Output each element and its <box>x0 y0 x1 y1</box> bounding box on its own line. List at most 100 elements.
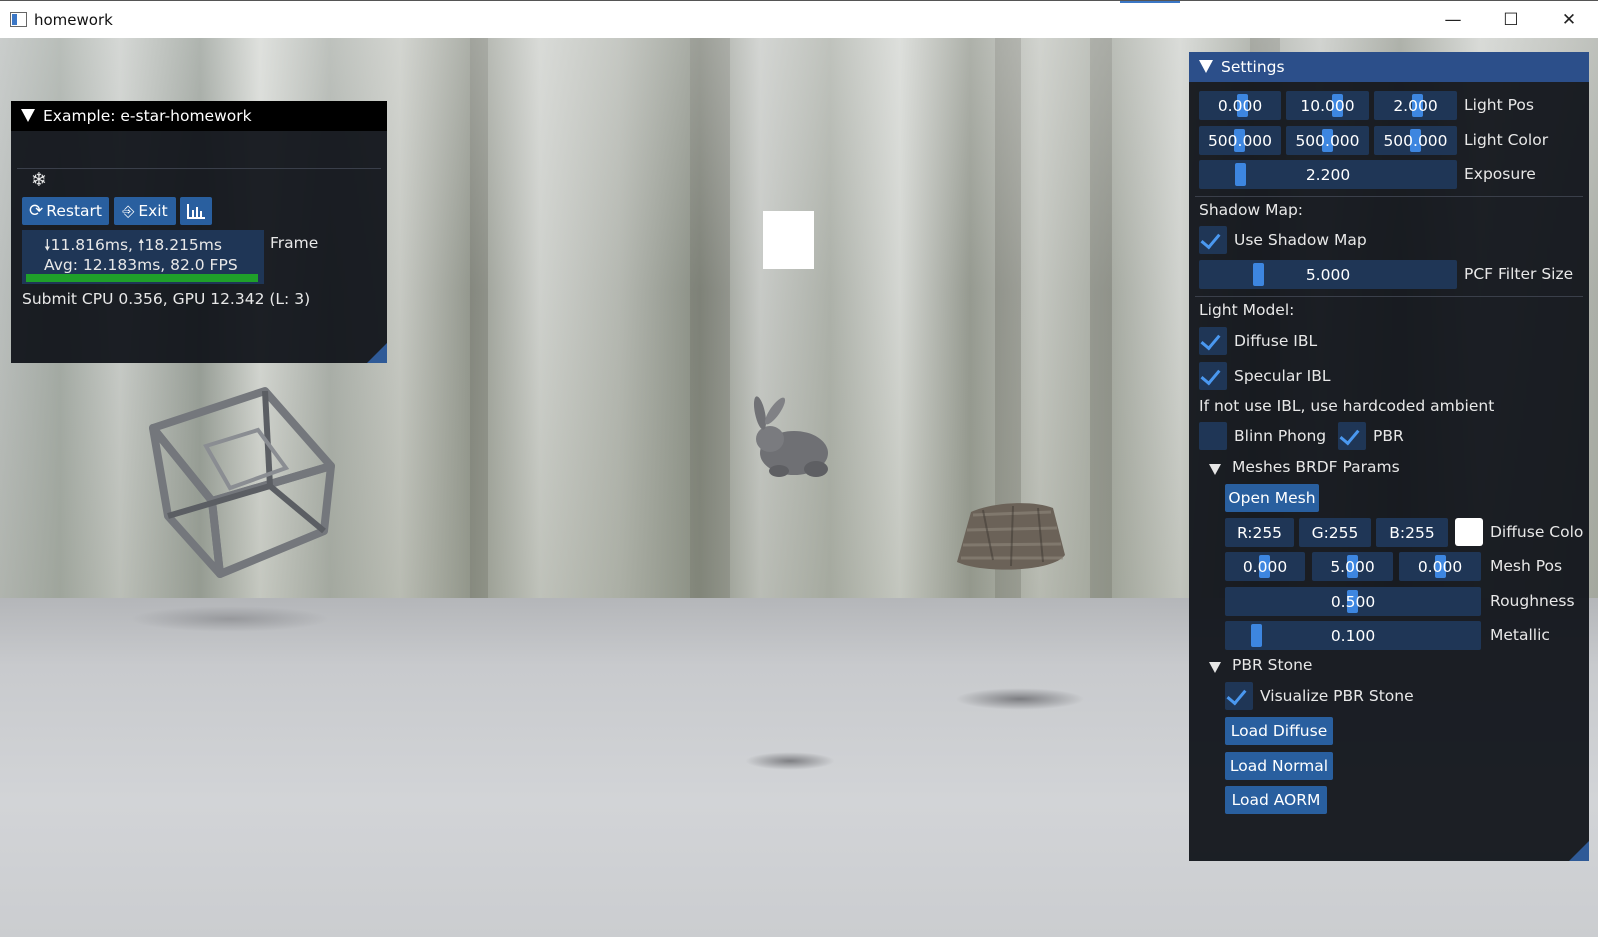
checkmark-icon <box>1200 228 1221 250</box>
specular-ibl-checkbox[interactable] <box>1199 362 1227 390</box>
pbr-stone-mesh <box>957 503 1065 570</box>
checkmark-icon <box>1226 684 1247 706</box>
roughness-label: Roughness <box>1490 592 1575 610</box>
light-color-g-value: 500.000 <box>1295 131 1360 150</box>
use-shadow-map-label: Use Shadow Map <box>1234 231 1367 249</box>
example-panel-title: Example: e-star-homework <box>43 107 252 125</box>
checkmark-icon <box>1200 329 1221 351</box>
light-color-g[interactable]: 500.000 <box>1286 126 1369 155</box>
resize-grip[interactable] <box>1569 841 1589 861</box>
load-aorm-button[interactable]: Load AORM <box>1225 786 1327 814</box>
stone-shadow <box>955 688 1085 710</box>
shadow-map-heading: Shadow Map: <box>1199 201 1304 219</box>
pbr-label: PBR <box>1373 427 1404 445</box>
close-button[interactable]: ✕ <box>1540 1 1598 39</box>
light-pos-label: Light Pos <box>1464 96 1534 114</box>
blinn-phong-label: Blinn Phong <box>1234 427 1327 445</box>
collapse-triangle-icon[interactable] <box>1199 60 1213 73</box>
app-icon <box>10 12 27 27</box>
diffuse-ibl-checkbox[interactable] <box>1199 327 1227 355</box>
frame-label: Frame <box>270 234 319 252</box>
light-model-heading: Light Model: <box>1199 301 1295 319</box>
tree-node-expanded-icon[interactable] <box>1209 464 1221 475</box>
light-pos-z[interactable]: 2.000 <box>1374 91 1457 120</box>
roughness-value: 0.500 <box>1330 592 1376 611</box>
cube-shadow <box>130 606 330 632</box>
separator <box>1195 196 1583 197</box>
metallic-slider[interactable]: 0.100 <box>1225 621 1481 650</box>
separator <box>1195 296 1583 297</box>
light-pos-x[interactable]: 0.000 <box>1199 91 1281 120</box>
bunny-shadow <box>745 752 835 770</box>
example-panel[interactable]: Example: e-star-homework ❄ ⟳ Restart ⎆ E… <box>11 101 387 363</box>
diffuse-ibl-label: Diffuse IBL <box>1234 332 1318 350</box>
specular-ibl-label: Specular IBL <box>1234 367 1331 385</box>
roughness-slider[interactable]: 0.500 <box>1225 587 1481 616</box>
checkmark-icon <box>1339 424 1360 446</box>
mesh-pos-z[interactable]: 0.000 <box>1399 552 1481 581</box>
diffuse-color-g[interactable]: G:255 <box>1299 518 1371 547</box>
visualize-pbr-stone-label: Visualize PBR Stone <box>1260 687 1414 705</box>
mesh-pos-y[interactable]: 5.000 <box>1312 552 1393 581</box>
light-color-r-value: 500.000 <box>1207 131 1273 150</box>
light-color-label: Light Color <box>1464 131 1549 149</box>
light-color-b[interactable]: 500.000 <box>1374 126 1457 155</box>
settings-panel[interactable]: Settings 0.000 10.000 2.000 Light Pos 50… <box>1189 52 1589 861</box>
visualize-pbr-stone-checkbox[interactable] <box>1225 682 1253 710</box>
restart-button[interactable]: ⟳ Restart <box>22 197 109 225</box>
mesh-pos-x-value: 0.000 <box>1242 557 1288 576</box>
metallic-label: Metallic <box>1490 626 1550 644</box>
separator <box>17 168 381 169</box>
meshes-brdf-title[interactable]: Meshes BRDF Params <box>1232 458 1400 476</box>
light-pos-y-value: 10.000 <box>1300 96 1355 115</box>
titlebar-accent <box>1120 1 1180 3</box>
window-title: homework <box>34 11 113 29</box>
frame-average: Avg: 12.183ms, 82.0 FPS <box>44 256 238 274</box>
tree-node-expanded-icon[interactable] <box>1209 662 1221 673</box>
exit-label: Exit <box>138 202 168 220</box>
diffuse-color-b[interactable]: B:255 <box>1376 518 1448 547</box>
exposure-label: Exposure <box>1464 165 1536 183</box>
pcf-filter-size-slider[interactable]: 5.000 <box>1199 260 1457 289</box>
frame-time-widget[interactable]: 🠗11.816ms, 🠕18.215ms Avg: 12.183ms, 82.0… <box>22 230 264 284</box>
collapse-triangle-icon[interactable] <box>21 109 35 122</box>
exposure-slider[interactable]: 2.200 <box>1199 160 1457 189</box>
open-mesh-button[interactable]: Open Mesh <box>1225 484 1319 512</box>
minimize-button[interactable]: — <box>1424 1 1482 39</box>
light-source-cube <box>763 211 814 269</box>
diffuse-color-label: Diffuse Colo <box>1490 523 1584 541</box>
example-panel-header[interactable]: Example: e-star-homework <box>11 101 387 131</box>
exit-door-icon: ⎆ <box>122 202 135 220</box>
blinn-phong-checkbox[interactable] <box>1199 422 1227 450</box>
light-color-r[interactable]: 500.000 <box>1199 126 1281 155</box>
diffuse-color-swatch[interactable] <box>1455 518 1483 546</box>
pbr-checkbox[interactable] <box>1338 422 1366 450</box>
pcf-filter-size-label: PCF Filter Size <box>1464 265 1574 283</box>
exit-button[interactable]: ⎆ Exit <box>114 197 176 225</box>
settings-panel-header[interactable]: Settings <box>1189 52 1589 82</box>
light-pos-y[interactable]: 10.000 <box>1286 91 1369 120</box>
fps-bar <box>26 274 258 282</box>
resize-grip[interactable] <box>367 343 387 363</box>
light-pos-z-value: 2.000 <box>1393 96 1438 115</box>
load-diffuse-button[interactable]: Load Diffuse <box>1225 717 1333 745</box>
restart-label: Restart <box>46 202 102 220</box>
exposure-value: 2.200 <box>1305 165 1351 184</box>
settings-title: Settings <box>1221 58 1285 76</box>
stats-button[interactable] <box>180 197 212 225</box>
checkmark-icon <box>1200 364 1221 386</box>
diffuse-color-r[interactable]: R:255 <box>1225 518 1294 547</box>
load-normal-button[interactable]: Load Normal <box>1225 752 1333 780</box>
wireframe-cube-mesh <box>149 387 335 578</box>
use-shadow-map-checkbox[interactable] <box>1199 226 1227 254</box>
mesh-pos-z-value: 0.000 <box>1417 557 1463 576</box>
maximize-button[interactable]: ☐ <box>1482 1 1540 39</box>
bunny-mesh <box>753 396 828 477</box>
refresh-icon: ⟳ <box>29 201 44 221</box>
mesh-pos-x[interactable]: 0.000 <box>1225 552 1305 581</box>
mesh-pos-label: Mesh Pos <box>1490 557 1563 575</box>
mesh-pos-y-value: 5.000 <box>1330 557 1375 576</box>
pcf-filter-size-value: 5.000 <box>1305 265 1351 284</box>
window-titlebar: homework — ☐ ✕ <box>0 0 1598 38</box>
pbr-stone-title[interactable]: PBR Stone <box>1232 656 1312 674</box>
